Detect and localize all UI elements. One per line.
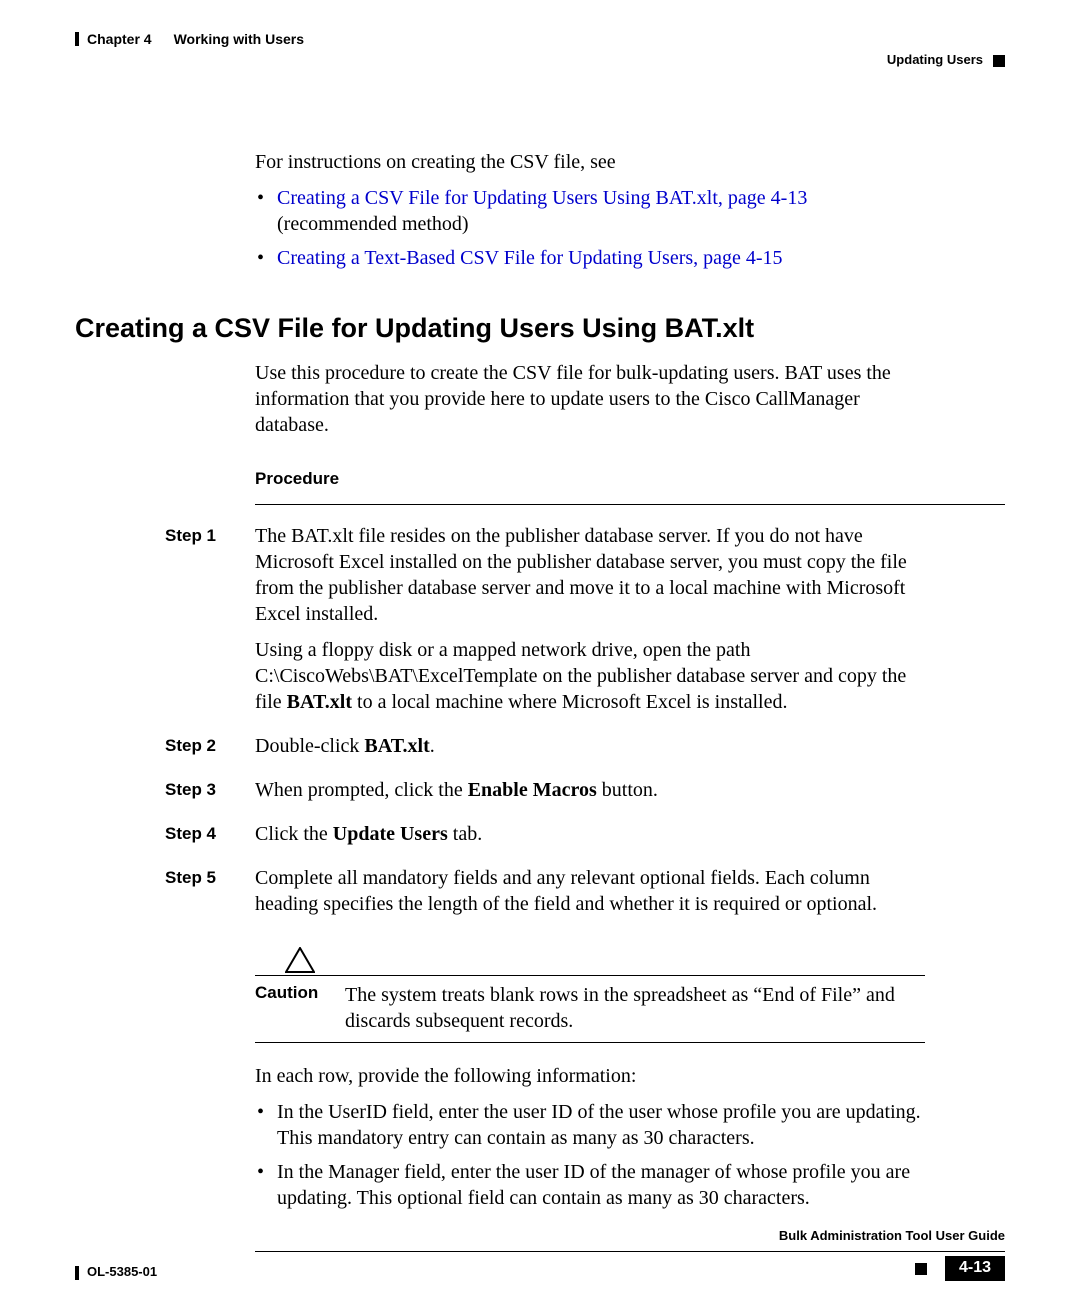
header-title: Working with Users — [174, 30, 304, 48]
step-label: Step 3 — [165, 777, 255, 801]
intro-lead: For instructions on creating the CSV fil… — [255, 149, 925, 175]
link-csv-bat[interactable]: Creating a CSV File for Updating Users U… — [277, 187, 807, 209]
step-text: The BAT.xlt file resides on the publishe… — [255, 523, 925, 627]
step-label: Step 4 — [165, 821, 255, 845]
section-heading: Creating a CSV File for Updating Users U… — [75, 311, 1005, 346]
page-header: Chapter 4 Working with Users Updating Us… — [75, 30, 1005, 69]
step-text: Click the Update Users tab. — [255, 821, 925, 847]
page-number-badge: 4-13 — [945, 1256, 1005, 1281]
header-chapter: Chapter 4 — [87, 30, 152, 48]
link-csv-text[interactable]: Creating a Text-Based CSV File for Updat… — [277, 247, 783, 269]
step-text: Using a floppy disk or a mapped network … — [255, 637, 925, 715]
header-section: Updating Users — [887, 52, 983, 69]
caution-label: Caution — [255, 982, 345, 1004]
step-text: When prompted, click the Enable Macros b… — [255, 777, 925, 803]
row-bullets: In the UserID field, enter the user ID o… — [255, 1099, 925, 1211]
footer-bar-icon — [75, 1266, 79, 1280]
step-label: Step 1 — [165, 523, 255, 547]
footer-doc-id: OL-5385-01 — [87, 1264, 157, 1281]
step-text: Double-click BAT.xlt. — [255, 733, 925, 759]
page-footer: Bulk Administration Tool User Guide OL-5… — [75, 1228, 1005, 1281]
procedure-heading: Procedure — [255, 468, 925, 490]
step-row: Step 3 When prompted, click the Enable M… — [165, 777, 1005, 813]
list-item: Creating a CSV File for Updating Users U… — [277, 185, 925, 237]
caution-icon — [285, 947, 315, 973]
footer-square-icon — [915, 1263, 927, 1275]
header-bar-icon — [75, 32, 79, 46]
step-label: Step 5 — [165, 865, 255, 889]
divider — [255, 504, 1005, 505]
intro-bullets: Creating a CSV File for Updating Users U… — [255, 185, 925, 271]
step-row: Step 5 Complete all mandatory fields and… — [165, 865, 1005, 927]
list-item: In the UserID field, enter the user ID o… — [277, 1099, 925, 1151]
section-body: Use this procedure to create the CSV fil… — [255, 360, 925, 438]
step-text: Complete all mandatory fields and any re… — [255, 865, 925, 917]
list-item: In the Manager field, enter the user ID … — [277, 1159, 925, 1211]
after-caution-text: In each row, provide the following infor… — [255, 1063, 925, 1089]
step-label: Step 2 — [165, 733, 255, 757]
bullet-tail: (recommended method) — [277, 213, 469, 235]
step-row: Step 2 Double-click BAT.xlt. — [165, 733, 1005, 769]
header-square-icon — [993, 55, 1005, 67]
footer-guide: Bulk Administration Tool User Guide — [75, 1228, 1005, 1245]
step-row: Step 4 Click the Update Users tab. — [165, 821, 1005, 857]
list-item: Creating a Text-Based CSV File for Updat… — [277, 245, 925, 271]
caution-block: Caution The system treats blank rows in … — [255, 947, 925, 1043]
caution-text: The system treats blank rows in the spre… — [345, 982, 925, 1034]
step-row: Step 1 The BAT.xlt file resides on the p… — [165, 523, 1005, 725]
